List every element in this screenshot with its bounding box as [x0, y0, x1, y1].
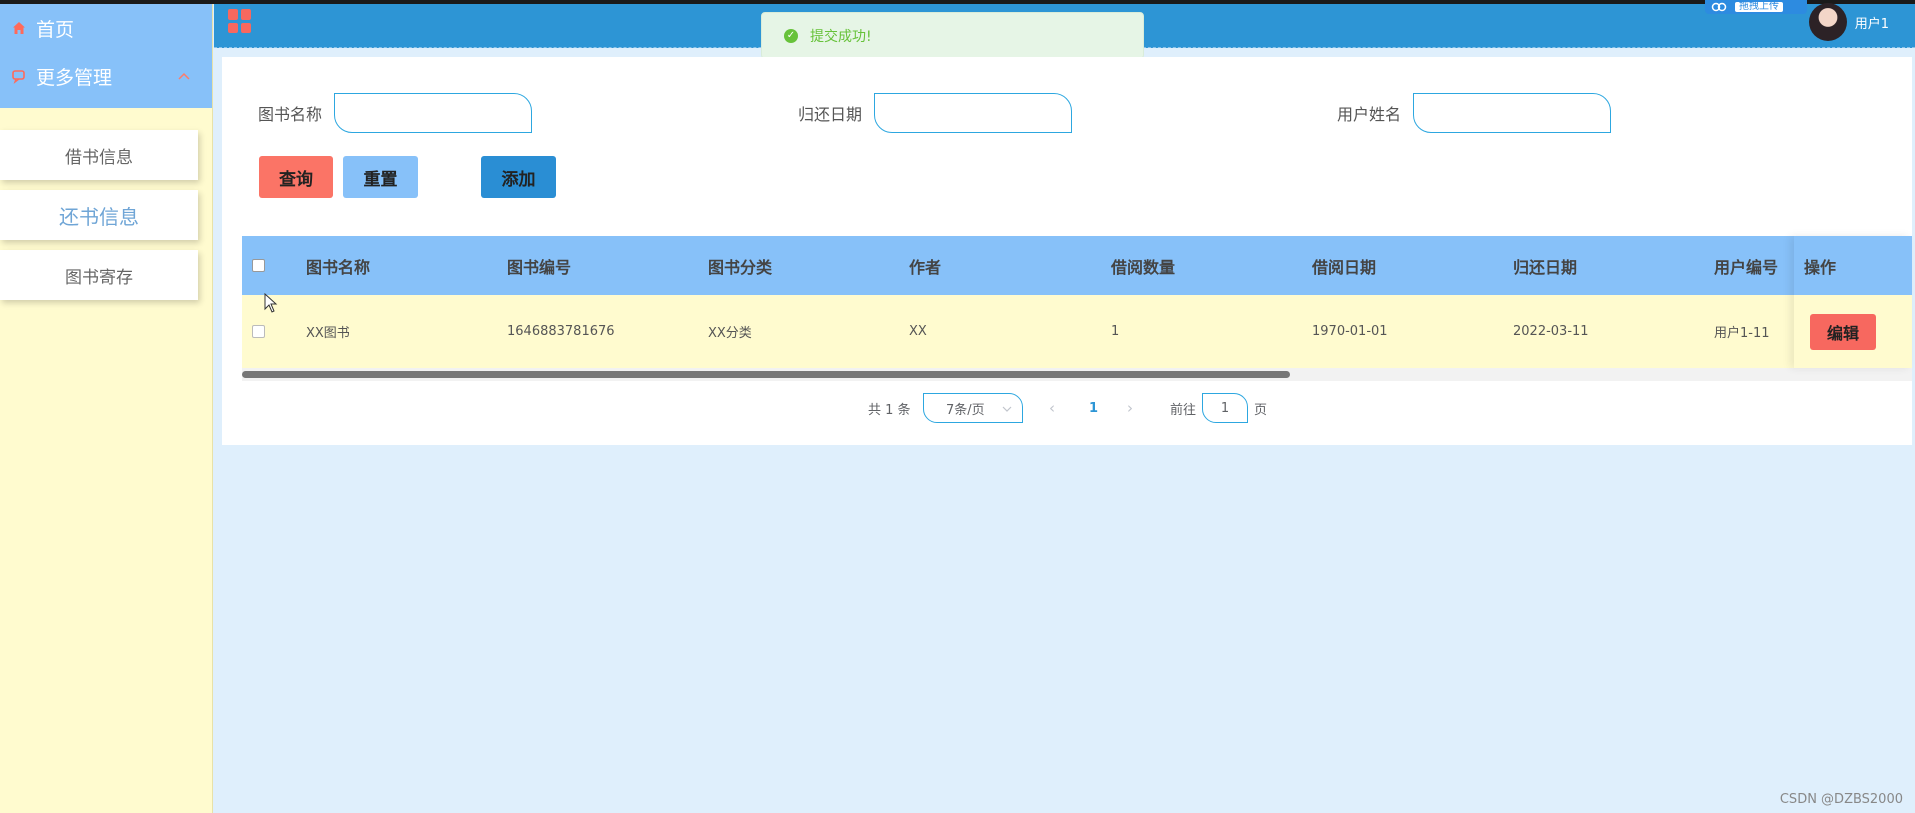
column-header[interactable]: 图书分类: [708, 236, 772, 295]
page-size-select[interactable]: 7条/页: [923, 393, 1023, 423]
upload-badge[interactable]: 拖拽上传: [1705, 0, 1807, 14]
table-cell: XX分类: [708, 326, 752, 341]
reset-button[interactable]: 重置: [343, 156, 418, 198]
column-header[interactable]: 借阅数量: [1111, 236, 1175, 295]
home-icon: [10, 19, 28, 37]
chevron-up-icon[interactable]: [178, 69, 190, 83]
submenu-label: 图书寄存: [65, 267, 133, 288]
pagination: 共 1 条 7条/页 ‹ 1 › 前往 1 页: [222, 393, 1912, 423]
submenu-label: 借书信息: [65, 147, 133, 168]
table-cell: XX图书: [306, 326, 350, 341]
user-name-field: 用户姓名: [1337, 93, 1612, 133]
success-toast: ✓ 提交成功!: [761, 12, 1144, 59]
main-card: 图书名称 归还日期 用户姓名 查询 重置 添加 图书名称 图书编号 图书分类 作…: [222, 57, 1912, 445]
return-date-input[interactable]: [874, 93, 1073, 133]
grid-cell: [228, 9, 238, 20]
submenu-item-book-storage[interactable]: 图书寄存: [0, 250, 198, 300]
book-name-label: 图书名称: [258, 105, 323, 124]
goto-page-input[interactable]: 1: [1202, 393, 1249, 423]
edit-button[interactable]: 编辑: [1810, 313, 1876, 350]
avatar[interactable]: [1808, 3, 1847, 41]
page-size-select-wrap: 7条/页: [923, 393, 1023, 423]
submenu-label: 还书信息: [59, 204, 139, 229]
table-row[interactable]: XX图书 1646883781676 XX分类 XX 1 1970-01-01 …: [242, 295, 1912, 368]
current-page-number[interactable]: 1: [1089, 393, 1098, 423]
horizontal-scrollbar[interactable]: [242, 371, 1290, 378]
book-name-input[interactable]: [334, 93, 533, 133]
table-header: 图书名称 图书编号 图书分类 作者 借阅数量 借阅日期 归还日期 用户编号: [242, 236, 1912, 295]
submenu-item-return-info[interactable]: 还书信息: [0, 190, 198, 240]
next-page-icon[interactable]: ›: [1127, 393, 1133, 423]
select-all-checkbox[interactable]: [252, 259, 265, 272]
goto-label: 前往: [1170, 402, 1197, 418]
table-cell: 1646883781676: [507, 324, 615, 339]
table-cell: 1: [1111, 324, 1120, 339]
column-header[interactable]: 图书编号: [507, 236, 571, 295]
pagination-total: 共 1 条: [868, 402, 911, 418]
user-name: 用户1: [1854, 16, 1889, 32]
column-header[interactable]: 借阅日期: [1312, 236, 1376, 295]
column-header[interactable]: 归还日期: [1513, 236, 1577, 295]
user-area[interactable]: 用户1: [1808, 3, 1889, 41]
sidebar-item-label: 更多管理: [36, 66, 113, 89]
table-cell: XX: [909, 324, 927, 339]
grid-cell: [228, 22, 238, 33]
prev-page-icon[interactable]: ‹: [1049, 393, 1055, 423]
submenu-item-borrow-info[interactable]: 借书信息: [0, 130, 198, 180]
submenu-list: 借书信息 还书信息 图书寄存: [0, 108, 212, 300]
check-icon: ✓: [784, 28, 798, 43]
user-name-input[interactable]: [1413, 93, 1612, 133]
link-icon: [1711, 2, 1727, 12]
chevron-down-icon: [1002, 401, 1012, 416]
data-table: 图书名称 图书编号 图书分类 作者 借阅数量 借阅日期 归还日期 用户编号 XX…: [242, 236, 1912, 381]
table-cell: 用户1-11: [1714, 326, 1770, 341]
return-date-label: 归还日期: [798, 105, 863, 124]
user-name-label: 用户姓名: [1337, 105, 1402, 124]
column-header[interactable]: 用户编号: [1714, 236, 1778, 295]
grid-cell: [241, 9, 251, 20]
fixed-operation-column: 操作 编辑: [1794, 236, 1912, 368]
row-checkbox[interactable]: [252, 325, 265, 338]
select-all-cell: [252, 236, 265, 295]
sidebar-item-label: 首页: [36, 18, 75, 41]
operation-cell: 编辑: [1794, 295, 1912, 368]
grid-cell: [241, 22, 251, 33]
page-suffix: 页: [1254, 402, 1268, 418]
query-button[interactable]: 查询: [259, 156, 333, 198]
chat-icon: [10, 67, 28, 85]
upload-label: 拖拽上传: [1735, 2, 1783, 12]
watermark: CSDN @DZBS2000: [1779, 792, 1903, 807]
add-button[interactable]: 添加: [481, 156, 556, 198]
search-form: 图书名称 归还日期 用户姓名: [222, 93, 1912, 133]
grid-menu-icon[interactable]: [228, 9, 252, 33]
column-header: 操作: [1794, 236, 1912, 295]
table-cell: 1970-01-01: [1312, 324, 1388, 339]
page-size-value: 7条/页: [946, 402, 985, 418]
sidebar: 首页 更多管理 借书信息 还书信息 图书寄存: [0, 4, 213, 813]
sidebar-item-home[interactable]: 首页: [0, 4, 212, 52]
toast-message: 提交成功!: [810, 28, 872, 45]
book-name-field: 图书名称: [258, 93, 533, 133]
table-cell: 2022-03-11: [1513, 324, 1589, 339]
column-header[interactable]: 作者: [909, 236, 941, 295]
sidebar-menu: 首页 更多管理: [0, 4, 212, 108]
goto-area: 前往 1 页: [1170, 393, 1267, 423]
sidebar-item-more-management[interactable]: 更多管理: [0, 52, 212, 100]
return-date-field: 归还日期: [798, 93, 1073, 133]
mouse-cursor-icon: [264, 293, 278, 313]
column-header[interactable]: 图书名称: [306, 236, 370, 295]
